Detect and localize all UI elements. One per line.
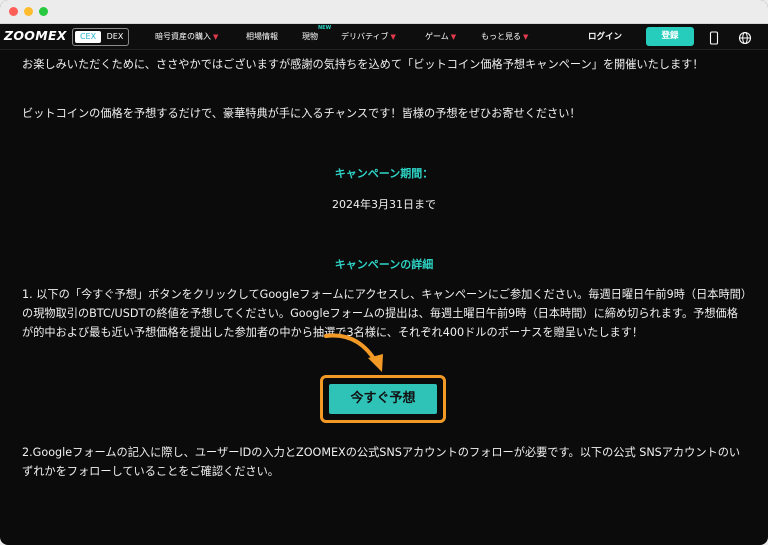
period-value: 2024年3月31日まで: [332, 198, 436, 211]
close-window-button[interactable]: [9, 7, 18, 16]
detail-2-text: 2.Googleフォームの記入に際し、ユーザーIDの入力とZOOMEXの公式SN…: [22, 446, 741, 478]
browser-window: ZOOMEX CEX DEX 暗号資産の購入 ▼ 相場情報 NEW 現物 デリバテ…: [0, 0, 768, 545]
predict-now-button[interactable]: 今すぐ予想: [329, 384, 437, 414]
zoomex-logo[interactable]: ZOOMEX: [4, 28, 67, 43]
details-title: キャンペーンの詳細: [334, 258, 434, 271]
cta-highlight: 今すぐ予想: [320, 375, 446, 423]
top-navigation: ZOOMEX CEX DEX 暗号資産の購入 ▼ 相場情報 NEW 現物 デリバテ…: [0, 24, 768, 50]
pointer-arrow-icon: [324, 333, 383, 372]
window-titlebar: [0, 0, 768, 24]
nav-derivatives[interactable]: デリバティブ ▼: [341, 31, 396, 43]
mobile-icon[interactable]: [707, 30, 721, 45]
chevron-down-icon: ▼: [390, 33, 396, 41]
nav-spot-label: 現物: [302, 32, 318, 41]
nav-markets[interactable]: 相場情報: [246, 31, 278, 43]
intro-text-2: ビットコインの価格を予想するだけで、豪華特典が手に入るチャンスです！皆様の予想を…: [22, 107, 581, 120]
minimize-window-button[interactable]: [24, 7, 33, 16]
new-badge: NEW: [318, 25, 332, 31]
nav-buy-crypto-label: 暗号資産の購入: [155, 32, 211, 41]
cex-option[interactable]: CEX: [75, 31, 101, 43]
dex-option[interactable]: DEX: [104, 31, 126, 43]
maximize-window-button[interactable]: [39, 7, 48, 16]
chevron-down-icon: ▼: [213, 33, 219, 41]
nav-markets-label: 相場情報: [246, 32, 278, 41]
nav-buy-crypto[interactable]: 暗号資産の購入 ▼: [155, 31, 218, 43]
nav-more-label: もっと見る: [481, 32, 521, 41]
signup-button[interactable]: 登録: [646, 27, 694, 46]
campaign-content: お楽しみいただくために、ささやかではございますが感謝の気持ちを込めて「ビットコイ…: [0, 50, 768, 545]
login-link[interactable]: ログイン: [588, 31, 622, 43]
chevron-down-icon: ▼: [523, 33, 529, 41]
cex-dex-toggle[interactable]: CEX DEX: [72, 28, 129, 46]
nav-more[interactable]: もっと見る ▼: [481, 31, 528, 43]
nav-games-label: ゲーム: [425, 32, 449, 41]
globe-icon[interactable]: [738, 30, 752, 45]
nav-derivatives-label: デリバティブ: [341, 32, 389, 41]
period-title: キャンペーン期間：: [334, 167, 434, 180]
intro-text: お楽しみいただくために、ささやかではございますが感謝の気持ちを込めて「ビットコイ…: [22, 58, 704, 71]
nav-games[interactable]: ゲーム ▼: [425, 31, 456, 43]
chevron-down-icon: ▼: [450, 33, 457, 41]
nav-spot[interactable]: 現物: [302, 31, 318, 43]
